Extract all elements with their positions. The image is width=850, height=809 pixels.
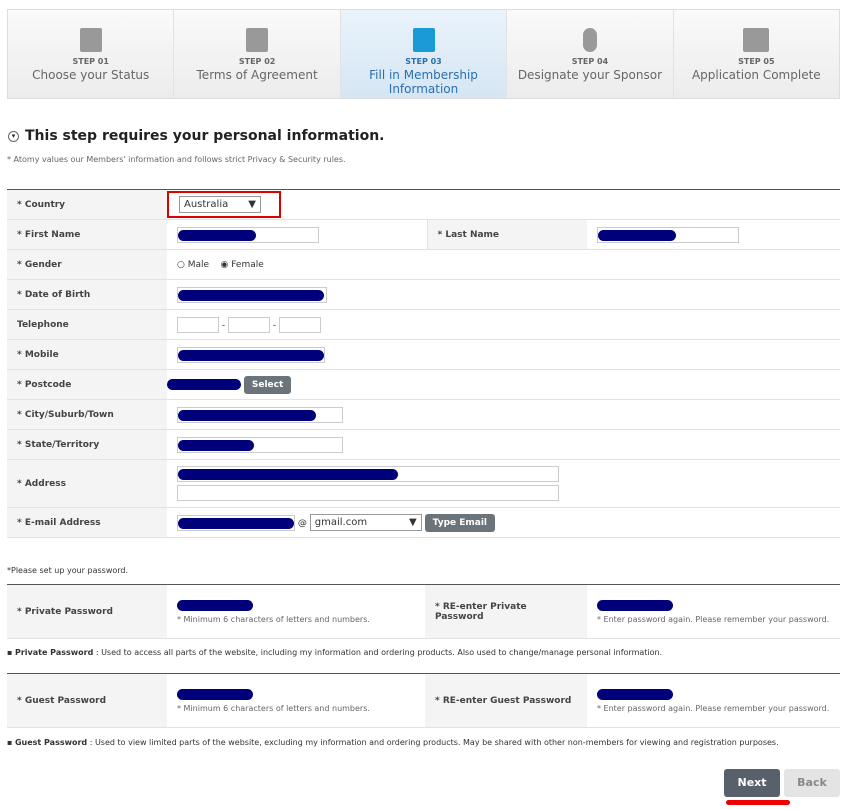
gender-female-radio[interactable]: ◉ Female [221, 260, 264, 270]
highlight-box: Australia ▼ [167, 191, 281, 218]
dropdown-arrow-icon: ▼ [248, 199, 256, 210]
next-button[interactable]: Next [724, 769, 780, 797]
privacy-note: * Atomy values our Members' information … [7, 155, 346, 164]
date-of-birth-input[interactable] [177, 286, 327, 303]
type-email-button[interactable]: Type Email [424, 513, 496, 532]
email-domain-select[interactable]: gmail.com ▼ [309, 514, 422, 531]
telephone-input-1[interactable] [177, 316, 219, 333]
postcode-input[interactable] [167, 379, 241, 390]
postcode-select-button[interactable]: Select [243, 375, 292, 394]
gender-male-radio[interactable]: ○ Male [177, 260, 209, 270]
private-password-table: * Private Password * Minimum 6 characters… [7, 584, 840, 639]
re-guest-password-input[interactable] [597, 688, 673, 700]
address-line-1-input[interactable] [177, 466, 559, 482]
id-card-icon [79, 28, 102, 52]
re-private-password-input[interactable] [597, 599, 673, 611]
guest-password-note: ▪ Guest Password : Used to view limited … [7, 738, 779, 747]
guest-password-input[interactable] [177, 688, 253, 700]
step-1: STEP 01 Choose your Status [8, 10, 175, 98]
step-3: STEP 03 Fill in Membership Information [340, 10, 508, 98]
telephone-input-3[interactable] [279, 316, 321, 333]
first-name-input[interactable] [177, 226, 319, 243]
email-user-input[interactable] [177, 514, 295, 531]
step-4: STEP 04 Designate your Sponsor [507, 10, 674, 98]
back-button[interactable]: Back [784, 769, 840, 797]
state-input[interactable] [177, 436, 343, 453]
city-input[interactable] [177, 406, 343, 423]
monitor-icon [743, 28, 770, 52]
red-underline-annotation [726, 800, 790, 805]
guest-password-table: * Guest Password * Minimum 6 characters o… [7, 673, 840, 728]
dropdown-arrow-icon: ▼ [409, 517, 417, 528]
mobile-input[interactable] [177, 346, 325, 363]
country-select[interactable]: Australia ▼ [179, 196, 261, 213]
document-check-icon [246, 28, 269, 52]
hand-pointer-icon [582, 28, 597, 52]
edit-document-icon [412, 28, 435, 52]
chevron-down-icon: ▾ [8, 130, 19, 142]
last-name-input[interactable] [597, 226, 739, 243]
private-password-note: ▪ Private Password : Used to access all … [7, 648, 663, 657]
address-line-2-input[interactable] [177, 485, 559, 501]
private-password-input[interactable] [177, 599, 253, 611]
telephone-input-2[interactable] [228, 316, 270, 333]
step-2: STEP 02 Terms of Agreement [174, 10, 341, 98]
page-title: ▾ This step requires your personal inform… [8, 128, 385, 144]
password-intro: *Please set up your password. [7, 566, 129, 575]
personal-info-form: * Country Australia ▼ * First Name * Last N… [7, 189, 840, 538]
step-5: STEP 05 Application Complete [674, 10, 839, 98]
step-progress: STEP 01 Choose your Status STEP 02 Terms o… [7, 9, 840, 99]
